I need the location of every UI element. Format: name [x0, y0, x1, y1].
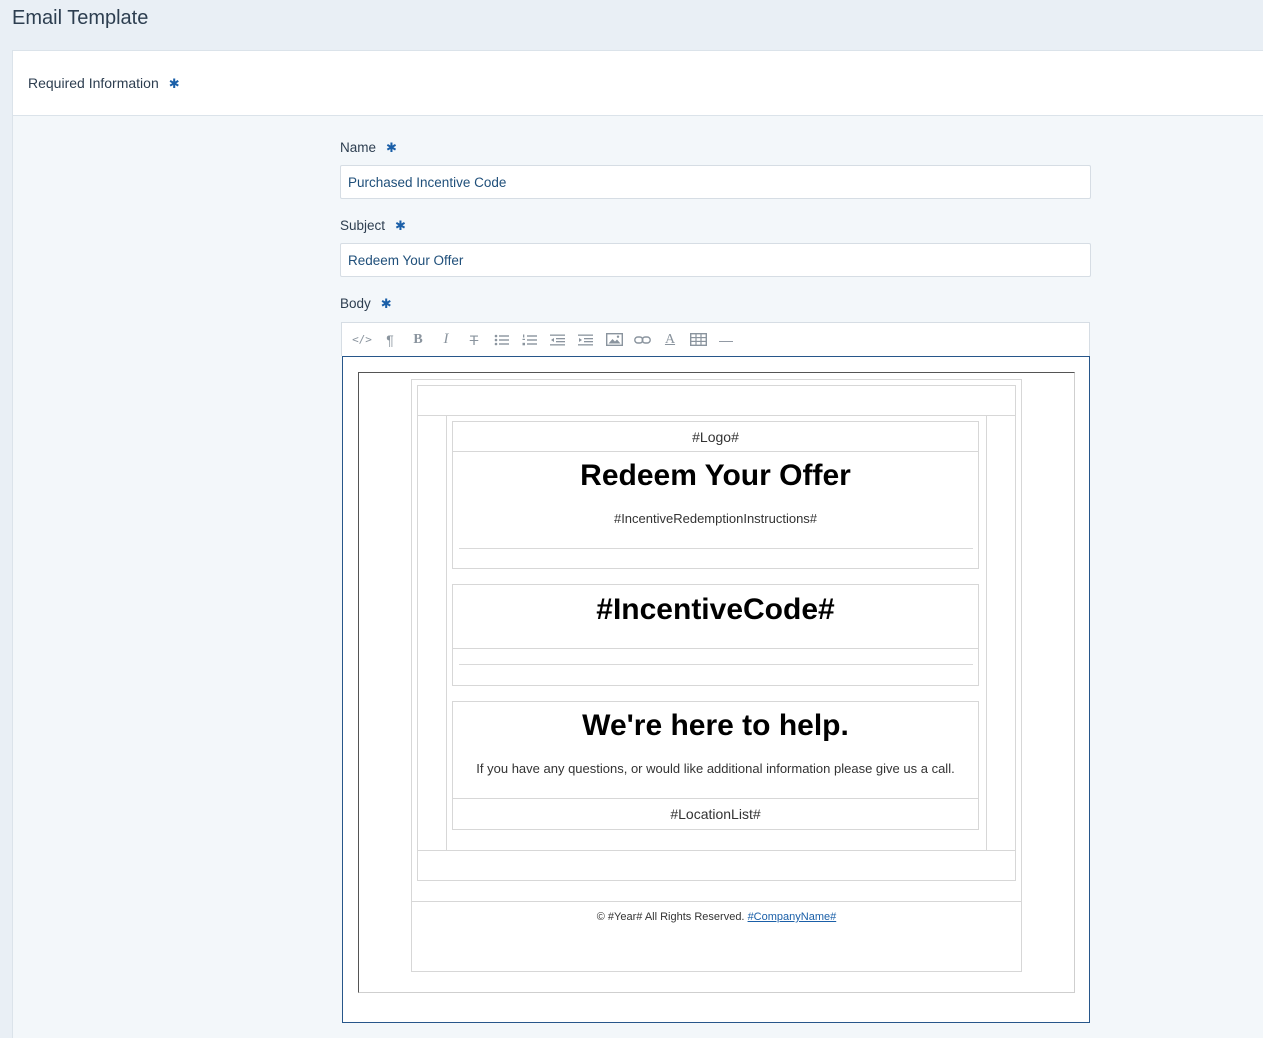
divider-line — [453, 648, 978, 649]
logo-placeholder: #Logo# — [692, 429, 739, 445]
italic-icon[interactable]: I — [432, 328, 460, 352]
subject-label: Subject — [340, 218, 386, 233]
text-color-icon[interactable]: A — [656, 328, 684, 352]
section-title-row: Required Information ✱ — [28, 75, 180, 92]
email-footer: © #Year# All Rights Reserved. #CompanyNa… — [411, 901, 1022, 972]
image-icon[interactable] — [600, 328, 628, 352]
location-list-placeholder: #LocationList# — [670, 806, 761, 822]
company-name-link[interactable]: #CompanyName# — [748, 911, 837, 923]
name-input[interactable] — [340, 165, 1091, 199]
required-asterisk-icon: ✱ — [386, 140, 397, 155]
email-wrapper: #Logo# Redeem Your Offer #IncentiveRedem… — [411, 379, 1022, 972]
paragraph-icon[interactable]: ¶ — [376, 328, 404, 352]
horizontal-rule-icon[interactable]: — — [712, 328, 740, 352]
help-text: If you have any questions, or would like… — [476, 761, 955, 776]
name-label-row: Name ✱ — [340, 140, 397, 156]
email-header-row — [417, 385, 1016, 416]
outdent-icon[interactable] — [544, 328, 572, 352]
body-label: Body — [340, 296, 371, 311]
section-title: Required Information — [28, 75, 159, 91]
subject-input[interactable] — [340, 243, 1091, 277]
location-list-cell: #LocationList# — [452, 798, 979, 830]
logo-cell: #Logo# — [452, 421, 979, 452]
table-icon[interactable] — [684, 328, 712, 352]
body-label-row: Body ✱ — [340, 296, 392, 312]
indent-icon[interactable] — [572, 328, 600, 352]
help-heading: We're here to help. — [582, 709, 849, 742]
unordered-list-icon[interactable] — [488, 328, 516, 352]
email-heading: Redeem Your Offer — [580, 459, 851, 492]
code-view-icon[interactable]: </> — [348, 328, 376, 352]
email-intro-block: #Logo# Redeem Your Offer #IncentiveRedem… — [452, 421, 979, 569]
divider-line — [459, 548, 973, 549]
incentive-code: #IncentiveCode# — [596, 593, 835, 626]
email-bottom-row — [417, 850, 1016, 881]
bold-icon[interactable]: B — [404, 328, 432, 352]
required-asterisk-icon: ✱ — [395, 218, 406, 233]
strikethrough-icon[interactable]: T — [460, 328, 488, 352]
editor-toolbar: </> ¶ B I T A — — [341, 322, 1090, 356]
email-outer-table: #Logo# Redeem Your Offer #IncentiveRedem… — [358, 372, 1075, 993]
redemption-instructions: #IncentiveRedemptionInstructions# — [613, 511, 818, 526]
section-header: Required Information ✱ — [13, 51, 1263, 116]
copyright-text: © #Year# All Rights Reserved. — [596, 911, 745, 923]
subject-label-row: Subject ✱ — [340, 218, 406, 234]
ordered-list-icon[interactable] — [516, 328, 544, 352]
incentive-code-block: #IncentiveCode# — [452, 584, 979, 686]
body-editor[interactable]: #Logo# Redeem Your Offer #IncentiveRedem… — [342, 356, 1090, 1023]
help-block: We're here to help. If you have any ques… — [452, 701, 979, 830]
required-asterisk-icon: ✱ — [380, 296, 392, 311]
email-content-frame: #Logo# Redeem Your Offer #IncentiveRedem… — [417, 415, 1016, 851]
required-asterisk-icon: ✱ — [168, 76, 180, 91]
link-icon[interactable] — [628, 328, 656, 352]
page-title: Email Template — [12, 7, 149, 29]
footer-text: © #Year# All Rights Reserved. #CompanyNa… — [411, 911, 1022, 923]
divider-line — [459, 664, 973, 665]
name-label: Name — [340, 140, 377, 155]
